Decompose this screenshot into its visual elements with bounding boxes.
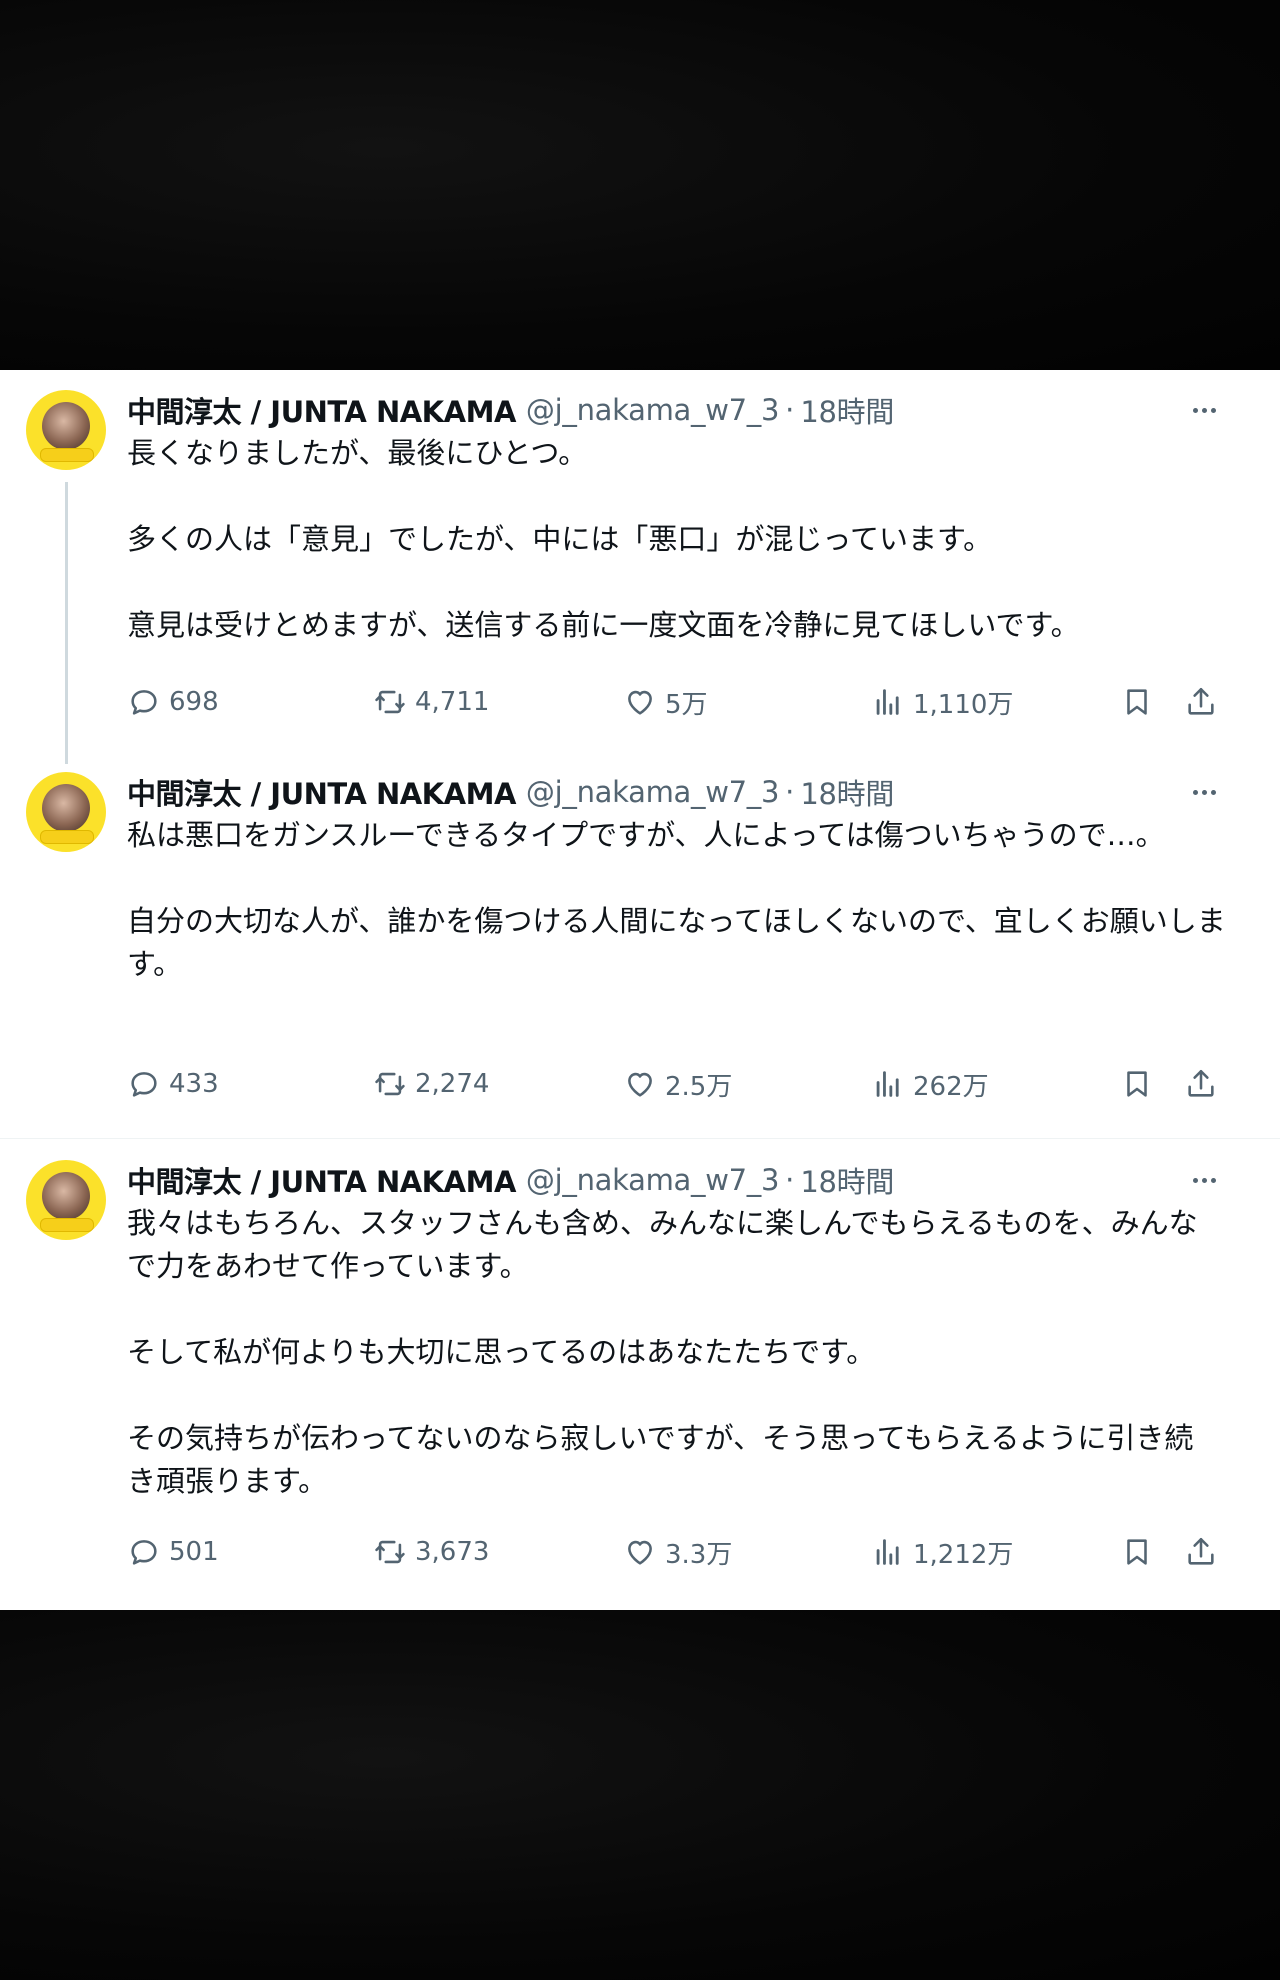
tweet-paragraph: 意見は受けとめますが、送信する前に一度文面を冷静に見てほしいです。	[127, 608, 1080, 642]
reply-count: 501	[169, 1537, 219, 1567]
more-icon[interactable]	[1184, 772, 1224, 812]
retweet-count: 2,274	[415, 1069, 490, 1099]
tweet-paragraph: 長くなりましたが、最後にひとつ。	[127, 436, 588, 470]
reply-button[interactable]: 698	[127, 680, 219, 724]
tweet-text: 我々はもちろん、スタッフさんも含め、みんなに楽しんでもらえるものを、みんなで力を…	[127, 1202, 1217, 1503]
reply-button[interactable]: 433	[127, 1062, 219, 1106]
views-count: 1,110万	[913, 689, 1014, 720]
tweet-paragraph: 自分の大切な人が、誰かを傷つける人間になってほしくないので、宜しくお願いします。	[127, 904, 1226, 981]
tweet-paragraph: 多くの人は「意見」でしたが、中には「悪口」が混じっています。	[127, 522, 993, 556]
share-icon	[1188, 687, 1214, 715]
views-button[interactable]: 262万	[871, 1062, 989, 1106]
tweet-2[interactable]: 中間淳太 / JUNTA NAKAMA @j_nakama_w7_3 · 18時…	[0, 752, 1280, 1139]
more-icon[interactable]	[1184, 1160, 1224, 1200]
tweet-paragraph: 私は悪口をガンスルーできるタイプですが、人によっては傷ついちゃうので…。	[127, 818, 1165, 852]
share-button[interactable]	[1179, 1062, 1223, 1106]
avatar-photo	[42, 1172, 90, 1220]
background-top	[0, 0, 1280, 370]
separator-dot: ·	[785, 393, 795, 427]
retweet-button[interactable]: 4,711	[373, 680, 489, 724]
bookmark-icon	[1127, 1539, 1147, 1565]
retweet-button[interactable]: 2,274	[373, 1062, 489, 1106]
timestamp[interactable]: 18時間	[800, 389, 894, 431]
like-button[interactable]: 2.5万	[623, 1062, 732, 1106]
heart-icon	[628, 690, 652, 715]
author-name[interactable]: 中間淳太 / JUNTA NAKAMA	[127, 771, 516, 813]
tweet-1[interactable]: 中間淳太 / JUNTA NAKAMA @j_nakama_w7_3 · 18時…	[0, 370, 1280, 752]
tweet-paragraph: 我々はもちろん、スタッフさんも含め、みんなに楽しんでもらえるものを、みんなで力を…	[127, 1206, 1198, 1283]
like-count: 3.3万	[665, 1539, 733, 1570]
author-name[interactable]: 中間淳太 / JUNTA NAKAMA	[127, 389, 516, 431]
avatar-photo	[42, 402, 90, 450]
reply-count: 433	[169, 1069, 219, 1099]
avatar-ribbon	[40, 1218, 94, 1232]
share-button[interactable]	[1179, 680, 1223, 724]
like-button[interactable]: 3.3万	[623, 1530, 732, 1574]
heart-icon	[628, 1072, 652, 1097]
share-icon	[1188, 1069, 1214, 1097]
retweet-count: 3,673	[415, 1537, 490, 1567]
tweet-3[interactable]: 中間淳太 / JUNTA NAKAMA @j_nakama_w7_3 · 18時…	[0, 1138, 1280, 1610]
tweet-paragraph: そして私が何よりも大切に思ってるのはあなたたちです。	[127, 1335, 876, 1369]
author-handle[interactable]: @j_nakama_w7_3	[526, 1163, 780, 1197]
bookmark-button[interactable]	[1115, 680, 1159, 724]
action-bar: 698 4,711 5万 1,110万	[127, 680, 1227, 724]
share-icon	[1188, 1537, 1214, 1565]
retweet-count: 4,711	[415, 687, 490, 717]
avatar-ribbon	[40, 448, 94, 462]
author-handle[interactable]: @j_nakama_w7_3	[526, 775, 780, 809]
avatar[interactable]	[26, 772, 106, 852]
tweet-thread: 中間淳太 / JUNTA NAKAMA @j_nakama_w7_3 · 18時…	[0, 370, 1280, 1610]
heart-icon	[628, 1540, 652, 1565]
more-icon[interactable]	[1184, 390, 1224, 430]
timestamp[interactable]: 18時間	[800, 1159, 894, 1201]
separator-dot: ·	[785, 1163, 795, 1197]
author-handle[interactable]: @j_nakama_w7_3	[526, 393, 780, 427]
author-name[interactable]: 中間淳太 / JUNTA NAKAMA	[127, 1159, 516, 1201]
views-count: 262万	[913, 1071, 989, 1102]
tweet-text: 長くなりましたが、最後にひとつ。 多くの人は「意見」でしたが、中には「悪口」が混…	[127, 432, 1237, 647]
views-icon	[876, 689, 899, 715]
avatar-photo	[42, 784, 90, 832]
reply-icon	[131, 1540, 157, 1565]
timestamp[interactable]: 18時間	[800, 771, 894, 813]
like-count: 5万	[665, 689, 708, 720]
views-icon	[876, 1071, 899, 1097]
avatar[interactable]	[26, 390, 106, 470]
views-button[interactable]: 1,110万	[871, 680, 1013, 724]
bookmark-button[interactable]	[1115, 1062, 1159, 1106]
tweet-paragraph: その気持ちが伝わってないのなら寂しいですが、そう思ってもらえるように引き続き頑張…	[127, 1421, 1194, 1498]
reply-icon	[131, 690, 157, 715]
bookmark-icon	[1127, 1071, 1147, 1097]
retweet-icon	[375, 1072, 405, 1096]
views-button[interactable]: 1,212万	[871, 1530, 1013, 1574]
retweet-icon	[375, 1540, 405, 1564]
reply-icon	[131, 1072, 157, 1097]
like-button[interactable]: 5万	[623, 680, 708, 724]
avatar[interactable]	[26, 1160, 106, 1240]
views-icon	[876, 1539, 899, 1565]
action-bar: 433 2,274 2.5万 262万	[127, 1062, 1227, 1106]
tweet-header: 中間淳太 / JUNTA NAKAMA @j_nakama_w7_3 · 18時…	[127, 390, 894, 430]
bookmark-icon	[1127, 689, 1147, 715]
share-button[interactable]	[1179, 1530, 1223, 1574]
like-count: 2.5万	[665, 1071, 733, 1102]
reply-button[interactable]: 501	[127, 1530, 219, 1574]
retweet-button[interactable]: 3,673	[373, 1530, 489, 1574]
tweet-header: 中間淳太 / JUNTA NAKAMA @j_nakama_w7_3 · 18時…	[127, 1160, 894, 1200]
retweet-icon	[375, 690, 405, 714]
separator-dot: ·	[785, 775, 795, 809]
reply-count: 698	[169, 687, 219, 717]
tweet-header: 中間淳太 / JUNTA NAKAMA @j_nakama_w7_3 · 18時…	[127, 772, 894, 812]
background-bottom	[0, 1610, 1280, 1980]
avatar-ribbon	[40, 830, 94, 844]
action-bar: 501 3,673 3.3万 1,212万	[127, 1530, 1227, 1574]
tweet-text: 私は悪口をガンスルーできるタイプですが、人によっては傷ついちゃうので…。 自分の…	[127, 814, 1227, 986]
bookmark-button[interactable]	[1115, 1530, 1159, 1574]
views-count: 1,212万	[913, 1539, 1014, 1570]
